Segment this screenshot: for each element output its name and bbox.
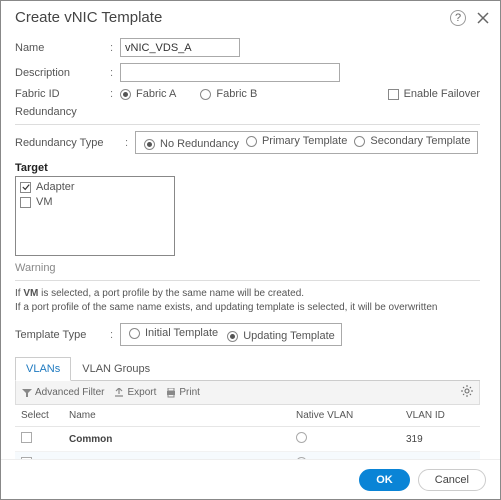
col-select: Select	[15, 405, 63, 427]
redundancy-type-label: Redundancy Type	[15, 137, 125, 149]
row-native-radio[interactable]	[296, 432, 307, 443]
warning-label: Warning	[15, 262, 480, 274]
tab-vlan-groups[interactable]: VLAN Groups	[71, 357, 161, 381]
redundancy-none-radio[interactable]: No Redundancy	[144, 138, 239, 150]
dialog-title: Create vNIC Template	[15, 9, 162, 26]
dialog-footer: OK Cancel	[1, 459, 500, 499]
description-input[interactable]	[120, 63, 340, 82]
vlan-table: Select Name Native VLAN VLAN ID Common 3…	[15, 405, 480, 459]
advanced-filter-button[interactable]: Advanced Filter	[22, 387, 104, 398]
close-icon[interactable]	[476, 11, 490, 25]
redundancy-secondary-radio[interactable]: Secondary Template	[354, 135, 470, 147]
description-label: Description	[15, 67, 110, 79]
filter-icon	[22, 388, 32, 398]
ok-button[interactable]: OK	[359, 469, 410, 491]
table-row[interactable]: Common 319	[15, 427, 480, 452]
table-row[interactable]: default 1	[15, 452, 480, 460]
target-adapter-checkbox[interactable]: Adapter	[20, 181, 170, 193]
fabric-id-label: Fabric ID	[15, 88, 110, 100]
redundancy-type-group: No Redundancy Primary Template Secondary…	[135, 131, 478, 154]
template-type-group: Initial Template Updating Template	[120, 323, 342, 346]
redundancy-label: Redundancy	[15, 106, 480, 118]
target-vm-checkbox[interactable]: VM	[20, 196, 170, 208]
target-label: Target	[15, 162, 480, 174]
gear-icon[interactable]	[461, 385, 473, 400]
print-icon	[166, 388, 176, 398]
target-note: If VM is selected, a port profile by the…	[15, 287, 480, 315]
titlebar: Create vNIC Template ?	[1, 1, 500, 32]
template-initial-radio[interactable]: Initial Template	[129, 327, 218, 339]
name-label: Name	[15, 42, 110, 54]
col-native: Native VLAN	[290, 405, 400, 427]
fabric-b-radio[interactable]: Fabric B	[200, 88, 257, 100]
dialog: Create vNIC Template ? Name : Descriptio…	[0, 0, 501, 500]
export-button[interactable]: Export	[114, 387, 156, 398]
export-icon	[114, 388, 124, 398]
target-frame: Adapter VM	[15, 176, 175, 256]
col-name: Name	[63, 405, 290, 427]
enable-failover-checkbox[interactable]: Enable Failover	[388, 88, 480, 100]
content-scroll[interactable]: Name : Description : Fabric ID : Fabric …	[15, 32, 486, 459]
help-icon[interactable]: ?	[450, 10, 466, 26]
template-updating-radio[interactable]: Updating Template	[227, 330, 335, 342]
name-input[interactable]	[120, 38, 240, 57]
template-type-label: Template Type	[15, 329, 110, 341]
col-id: VLAN ID	[400, 405, 480, 427]
print-button[interactable]: Print	[166, 387, 200, 398]
vlan-toolbar: Advanced Filter Export Print	[15, 381, 480, 405]
redundancy-primary-radio[interactable]: Primary Template	[246, 135, 347, 147]
vlan-tabs: VLANs VLAN Groups	[15, 356, 480, 381]
tab-vlans[interactable]: VLANs	[15, 357, 71, 381]
cancel-button[interactable]: Cancel	[418, 469, 486, 491]
row-select-checkbox[interactable]	[21, 432, 32, 443]
fabric-a-radio[interactable]: Fabric A	[120, 88, 176, 100]
